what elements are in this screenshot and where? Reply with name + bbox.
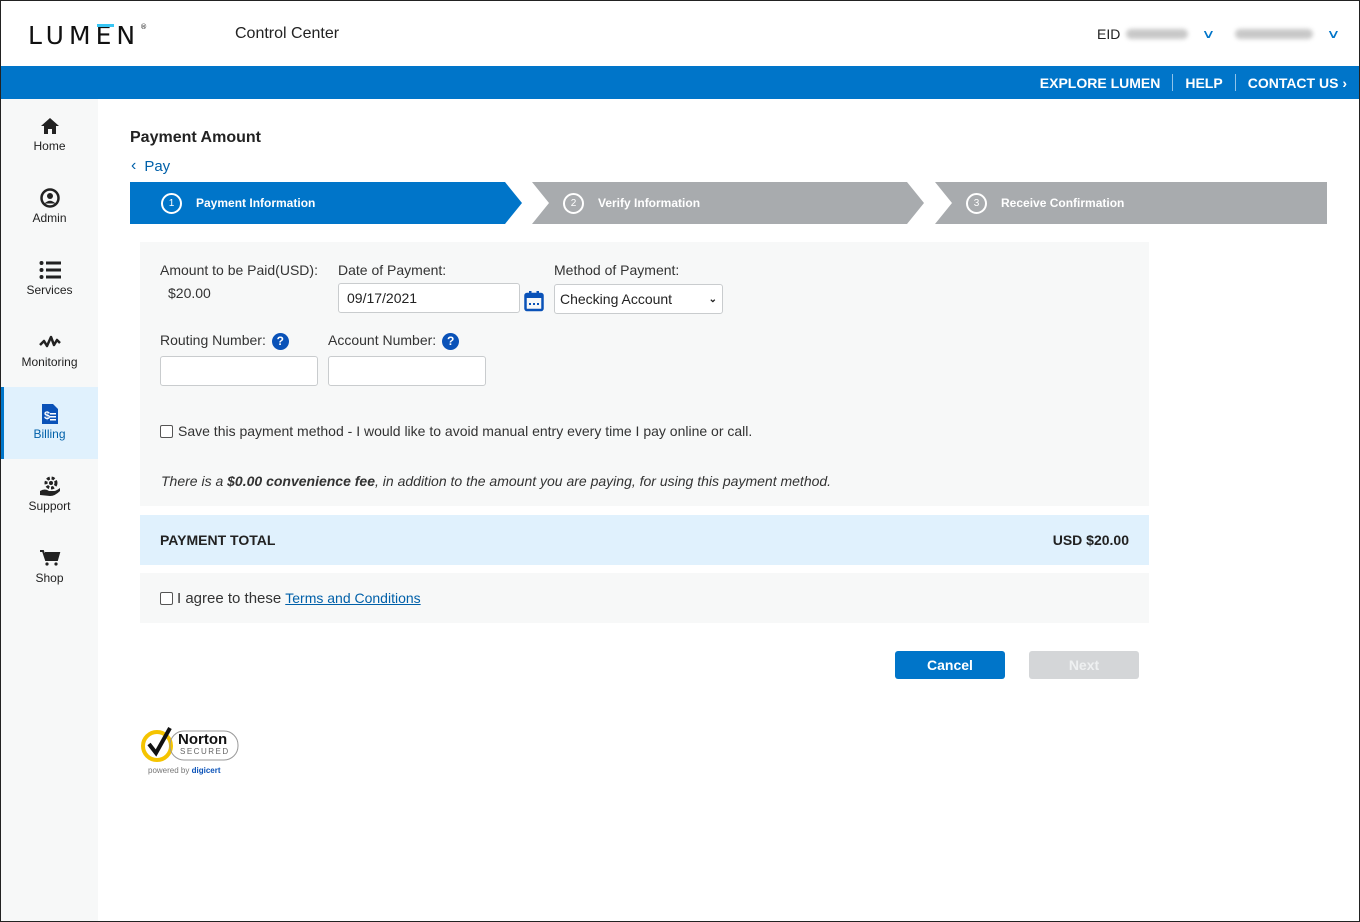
- sidebar-item-billing[interactable]: $ Billing: [1, 387, 98, 459]
- routing-label-text: Routing Number:: [160, 332, 266, 348]
- lumen-logo[interactable]: LUMEN®: [28, 21, 147, 50]
- cart-icon: [39, 547, 61, 569]
- user-chevron-down-icon[interactable]: ∨: [1327, 27, 1341, 41]
- calendar-icon[interactable]: [524, 290, 544, 317]
- digicert-brand: digicert: [191, 766, 221, 775]
- nav-divider: [1234, 74, 1236, 91]
- utility-navbar: EXPLORE LUMEN HELP CONTACT US ›: [1, 66, 1359, 99]
- amount-label: Amount to be Paid(USD):: [160, 262, 318, 278]
- next-button[interactable]: Next: [1029, 651, 1139, 679]
- payment-form-panel: Amount to be Paid(USD): $20.00 Date of P…: [140, 242, 1149, 506]
- user-name-redacted: [1235, 29, 1314, 39]
- chevron-down-icon: ⌄: [708, 293, 717, 305]
- explore-lumen-link[interactable]: EXPLORE LUMEN: [1040, 75, 1161, 91]
- chevron-right-icon: ›: [1342, 74, 1347, 91]
- contact-us-label: CONTACT US: [1247, 74, 1339, 91]
- sidebar-item-label: Services: [26, 283, 73, 297]
- norton-secured-label: SECURED: [180, 747, 230, 756]
- contact-us-link[interactable]: CONTACT US ›: [1248, 75, 1347, 91]
- sidebar-item-monitoring[interactable]: Monitoring: [1, 315, 98, 387]
- step-verify-information: 2 Verify Information: [532, 182, 924, 224]
- sidebar-item-home[interactable]: Home: [1, 99, 98, 171]
- method-selected-value: Checking Account: [560, 291, 673, 307]
- step-label: Verify Information: [598, 196, 701, 210]
- sidebar-nav: Home Admin Services Monitoring $ Billing…: [1, 99, 98, 921]
- payment-total-bar: PAYMENT TOTAL USD $20.00: [140, 515, 1149, 565]
- sidebar-item-label: Support: [28, 499, 71, 513]
- method-of-payment-select[interactable]: Checking Account ⌄: [554, 284, 723, 314]
- step-receive-confirmation: 3 Receive Confirmation: [935, 182, 1327, 224]
- cancel-button[interactable]: Cancel: [895, 651, 1005, 679]
- step-number: 2: [563, 192, 584, 214]
- norton-brand: Norton: [178, 731, 228, 748]
- amount-value: $20.00: [168, 285, 211, 301]
- fee-amount: $0.00 convenience fee: [227, 473, 376, 489]
- fee-prefix: There is a: [161, 473, 228, 489]
- agree-text: I agree to these: [177, 589, 282, 607]
- sidebar-item-label: Billing: [33, 427, 66, 441]
- save-method-row: Save this payment method - I would like …: [160, 423, 752, 439]
- routing-number-label: Routing Number:?: [160, 332, 289, 350]
- payment-total-label: PAYMENT TOTAL: [160, 532, 276, 548]
- sidebar-item-label: Monitoring: [21, 355, 78, 369]
- norton-secured-badge[interactable]: Norton SECURED powered by digicert: [140, 722, 240, 778]
- fee-suffix: , in addition to the amount you are payi…: [375, 473, 832, 489]
- sidebar-item-services[interactable]: Services: [1, 243, 98, 315]
- chevron-left-icon: ‹: [131, 157, 137, 174]
- method-label: Method of Payment:: [554, 262, 680, 278]
- routing-help-icon[interactable]: ?: [271, 332, 289, 350]
- sidebar-item-label: Home: [33, 139, 66, 153]
- terms-agreement-panel: I agree to these Terms and Conditions: [140, 573, 1149, 623]
- back-link-label: Pay: [144, 157, 171, 175]
- payment-total-value: USD $20.00: [1052, 532, 1129, 548]
- save-method-checkbox[interactable]: [160, 424, 173, 438]
- sidebar-item-label: Admin: [32, 211, 67, 225]
- app-title: Control Center: [235, 25, 340, 42]
- eid-value-redacted: [1126, 29, 1189, 39]
- eid-chevron-down-icon[interactable]: ∨: [1202, 27, 1216, 41]
- routing-number-input[interactable]: [160, 356, 318, 386]
- account-number-label: Account Number:?: [328, 332, 460, 350]
- agree-terms-checkbox[interactable]: [160, 591, 173, 605]
- pulse-icon: [38, 331, 61, 353]
- top-header: LUMEN® Control Center EID ∨ ∨: [1, 1, 1359, 66]
- step-payment-information: 1 Payment Information: [130, 182, 522, 224]
- progress-stepper: 1 Payment Information 2 Verify Informati…: [130, 182, 1327, 224]
- sidebar-item-admin[interactable]: Admin: [1, 171, 98, 243]
- help-link[interactable]: HELP: [1185, 75, 1222, 91]
- step-number: 3: [966, 192, 987, 214]
- step-label: Payment Information: [196, 196, 316, 210]
- account-help-icon[interactable]: ?: [442, 332, 460, 350]
- terms-and-conditions-link[interactable]: Terms and Conditions: [285, 590, 420, 606]
- powered-text: powered by: [148, 766, 190, 775]
- support-gear-hand-icon: [39, 475, 61, 497]
- date-label: Date of Payment:: [338, 262, 447, 278]
- sidebar-item-label: Shop: [35, 571, 64, 585]
- sidebar-item-support[interactable]: Support: [1, 459, 98, 531]
- eid-label: EID: [1097, 26, 1121, 42]
- svg-text:$: $: [44, 410, 50, 422]
- list-icon: [39, 259, 61, 281]
- save-method-label[interactable]: Save this payment method - I would like …: [178, 423, 752, 439]
- back-to-pay-link[interactable]: ‹ Pay: [131, 157, 170, 175]
- sidebar-item-shop[interactable]: Shop: [1, 531, 98, 603]
- page-title: Payment Amount: [130, 129, 261, 146]
- billing-document-icon: $: [41, 403, 59, 425]
- step-label: Receive Confirmation: [1001, 196, 1125, 210]
- account-selectors: EID ∨ ∨: [1097, 26, 1348, 42]
- convenience-fee-note: There is a $0.00 convenience fee, in add…: [161, 473, 831, 489]
- user-circle-icon: [39, 187, 60, 209]
- home-icon: [40, 115, 60, 137]
- powered-by-label: powered by digicert: [148, 766, 221, 775]
- step-number: 1: [161, 192, 182, 214]
- account-label-text: Account Number:: [328, 332, 437, 348]
- account-number-input[interactable]: [328, 356, 486, 386]
- nav-divider: [1172, 74, 1174, 91]
- date-of-payment-input[interactable]: 09/17/2021: [338, 283, 520, 313]
